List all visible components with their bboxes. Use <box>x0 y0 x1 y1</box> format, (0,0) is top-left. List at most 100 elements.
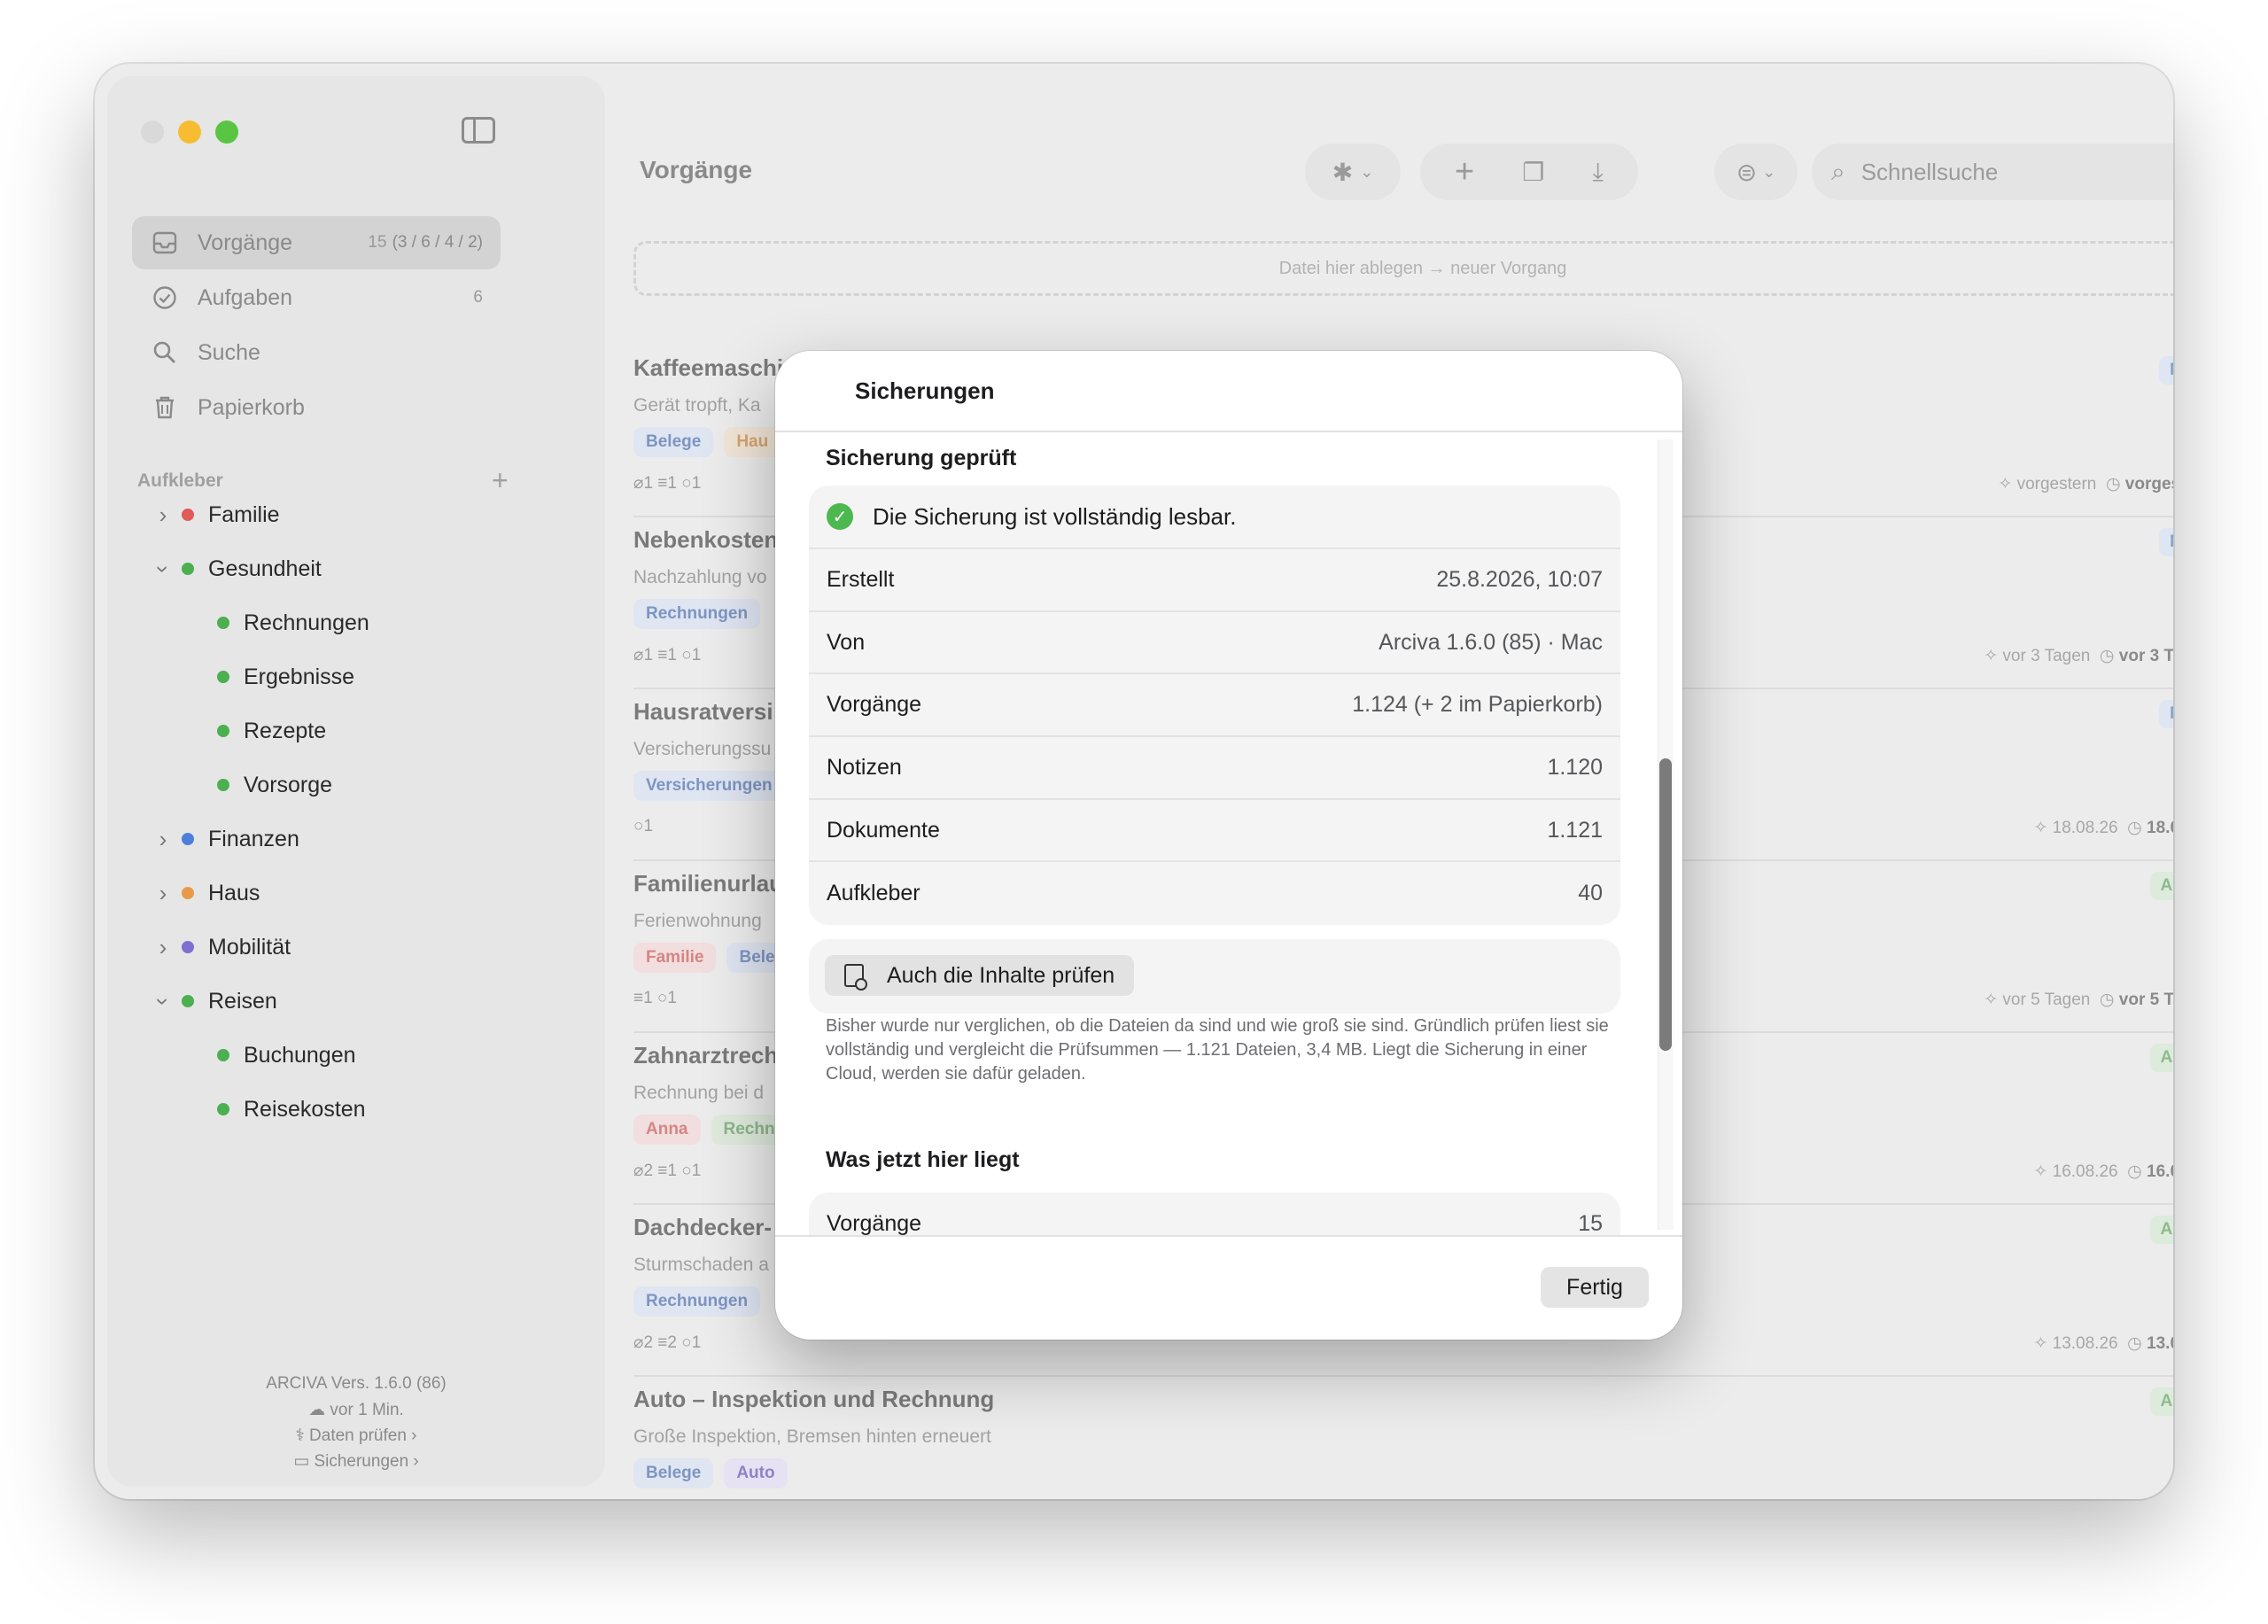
row-title: Nebenkosten <box>633 526 779 553</box>
tree-item-label: Reisekosten <box>244 1096 366 1122</box>
row-title: Kaffeemaschi <box>633 354 784 381</box>
color-dot <box>217 671 229 683</box>
detail-row: Aufkleber 40 <box>809 862 1620 925</box>
detail-value: 1.121 <box>1547 817 1603 843</box>
sidebar-toggle-icon[interactable] <box>462 117 495 144</box>
sidebar: Vorgänge 15 (3 / 6 / 4 / 2) Aufgaben 6 Su… <box>107 76 605 1487</box>
chevron-right-icon[interactable]: › <box>153 880 173 907</box>
tree-item-reisen[interactable]: › Reisen <box>150 979 277 1023</box>
status-row: ✓ Die Sicherung ist vollständig lesbar. <box>809 486 1620 549</box>
color-dot <box>182 941 194 953</box>
drop-zone[interactable]: Datei hier ablegen → neuer Vorgang <box>633 241 2173 296</box>
tag-list: Versicherungen <box>633 771 785 801</box>
section-label-aufkleber: Aufkleber <box>137 470 223 491</box>
check-data-link[interactable]: ⚕ Daten prüfen › <box>107 1426 605 1446</box>
tag[interactable]: Belege <box>633 1458 714 1488</box>
sidebar-item-aufgaben[interactable]: Aufgaben 6 <box>132 271 501 324</box>
tree-item-label: Rezepte <box>244 718 327 743</box>
tree-item-ergebnisse[interactable]: Ergebnisse <box>217 655 354 699</box>
debug-menu-button[interactable]: ✱ ⌄ <box>1305 144 1401 200</box>
page-title: Vorgänge <box>640 156 753 183</box>
tree-item-mobilitaet[interactable]: › Mobilität <box>153 925 291 969</box>
history-icon: ◷ <box>2099 647 2119 665</box>
status-badge: Aktiv <box>2149 872 2173 900</box>
tree-item-label: Familie <box>208 501 280 527</box>
tree-item-haus[interactable]: › Haus <box>153 871 260 915</box>
tree-item-finanzen[interactable]: › Finanzen <box>153 817 299 861</box>
tree-item-reisekosten[interactable]: Reisekosten <box>217 1087 366 1131</box>
chevron-down-icon[interactable]: › <box>150 991 177 1011</box>
tree-item-rezepte[interactable]: Rezepte <box>217 709 326 753</box>
tree-item-label: Ergebnisse <box>244 664 355 689</box>
button-label: Auch die Inhalte prüfen <box>887 962 1115 988</box>
chevron-down-icon: ⌄ <box>1762 162 1776 181</box>
close-window-button[interactable] <box>141 120 164 144</box>
history-icon: ◷ <box>2105 475 2125 493</box>
aufgaben-count: 6 <box>473 288 483 307</box>
tag[interactable]: Versicherungen <box>633 771 785 801</box>
backup-details-card: ✓ Die Sicherung ist vollständig lesbar. … <box>809 486 1620 926</box>
backups-link[interactable]: ▭ Sicherungen › <box>107 1451 605 1472</box>
tag[interactable]: Familie <box>633 943 717 973</box>
modified-icon: ✧ <box>1984 991 2003 1009</box>
tag[interactable]: Auto <box>724 1458 788 1488</box>
chevron-down-icon[interactable]: › <box>150 559 177 579</box>
sheet-title: Sicherungen <box>855 377 995 404</box>
row-meta: ≡1 ○1 <box>633 989 677 1007</box>
chevron-right-icon[interactable]: › <box>153 934 173 961</box>
duplicate-icon[interactable]: ❐ <box>1522 158 1544 187</box>
tree-item-label: Buchungen <box>244 1042 356 1068</box>
detail-key: Von <box>827 629 866 655</box>
import-tray-icon[interactable]: ⤓ <box>1593 158 1604 187</box>
sidebar-item-label: Vorgänge <box>198 229 293 255</box>
help-text: Bisher wurde nur verglichen, ob die Date… <box>826 1016 1609 1084</box>
tree-item-familie[interactable]: › Familie <box>153 493 280 537</box>
search-input[interactable]: ⌕ Schnellsuche <box>1812 144 2173 200</box>
detail-value: 25.8.2026, 10:07 <box>1436 566 1603 592</box>
sidebar-item-vorgaenge[interactable]: Vorgänge 15 (3 / 6 / 4 / 2) <box>132 216 501 269</box>
status-badge: Aktiv <box>2149 1044 2173 1072</box>
chevron-right-icon[interactable]: › <box>153 826 173 853</box>
detail-value: 40 <box>1578 881 1603 906</box>
row-subtitle: Rechnung bei d <box>633 1083 765 1103</box>
detail-key: Notizen <box>827 754 902 780</box>
search-icon: ⌕ <box>1831 157 1845 185</box>
list-row[interactable]: Auto – Inspektion und Rechnung Große Insp… <box>633 1377 2173 1499</box>
done-button[interactable]: Fertig <box>1541 1267 1649 1308</box>
tag[interactable]: Belege <box>633 427 714 457</box>
modified-icon: ✧ <box>2033 1162 2053 1181</box>
tag[interactable]: Rechnungen <box>633 1286 761 1317</box>
tree-item-buchungen[interactable]: Buchungen <box>217 1033 356 1077</box>
tree-item-rechnungen[interactable]: Rechnungen <box>217 601 369 645</box>
color-dot <box>217 617 229 629</box>
add-sticker-button[interactable]: + <box>492 464 509 497</box>
tree-item-vorsorge[interactable]: Vorsorge <box>217 763 332 807</box>
sheet-scrollbar[interactable] <box>1659 758 1672 1051</box>
sidebar-item-suche[interactable]: Suche <box>132 326 501 379</box>
filter-icon: ⊜ <box>1736 158 1758 186</box>
stethoscope-icon: ⚕ <box>295 1426 310 1445</box>
color-dot <box>217 1103 229 1115</box>
tag[interactable]: Rechnungen <box>633 599 761 629</box>
modified-icon: ✧ <box>1984 647 2003 665</box>
color-dot <box>182 563 194 575</box>
detail-row: Notizen 1.120 <box>809 737 1620 800</box>
filter-menu-button[interactable]: ⊜ ⌄ <box>1714 144 1798 200</box>
sidebar-item-papierkorb[interactable]: Papierkorb <box>132 381 501 434</box>
divider <box>775 1235 1682 1237</box>
minimize-window-button[interactable] <box>178 120 201 144</box>
add-icon[interactable]: + <box>1455 153 1474 191</box>
row-meta: ⌀1 ≡1 ○1 <box>633 474 702 493</box>
color-dot <box>182 887 194 899</box>
zoom-window-button[interactable] <box>215 120 238 144</box>
row-dates: ✧ vor 5 Tagen ◷ vor 5 Tagen <box>1984 991 2173 1009</box>
chevron-right-icon[interactable]: › <box>153 501 173 529</box>
tag[interactable]: Anna <box>633 1115 701 1145</box>
tree-item-gesundheit[interactable]: › Gesundheit <box>150 547 322 591</box>
section-title-checked: Sicherung geprüft <box>826 446 1017 470</box>
app-version: ARCIVA Vers. 1.6.0 (86) <box>266 1374 447 1393</box>
status-message: Die Sicherung ist vollständig lesbar. <box>873 502 1237 530</box>
check-contents-button[interactable]: Auch die Inhalte prüfen <box>825 955 1135 996</box>
status-badge: Neu <box>2159 528 2173 556</box>
tag[interactable]: Hau <box>724 427 781 457</box>
